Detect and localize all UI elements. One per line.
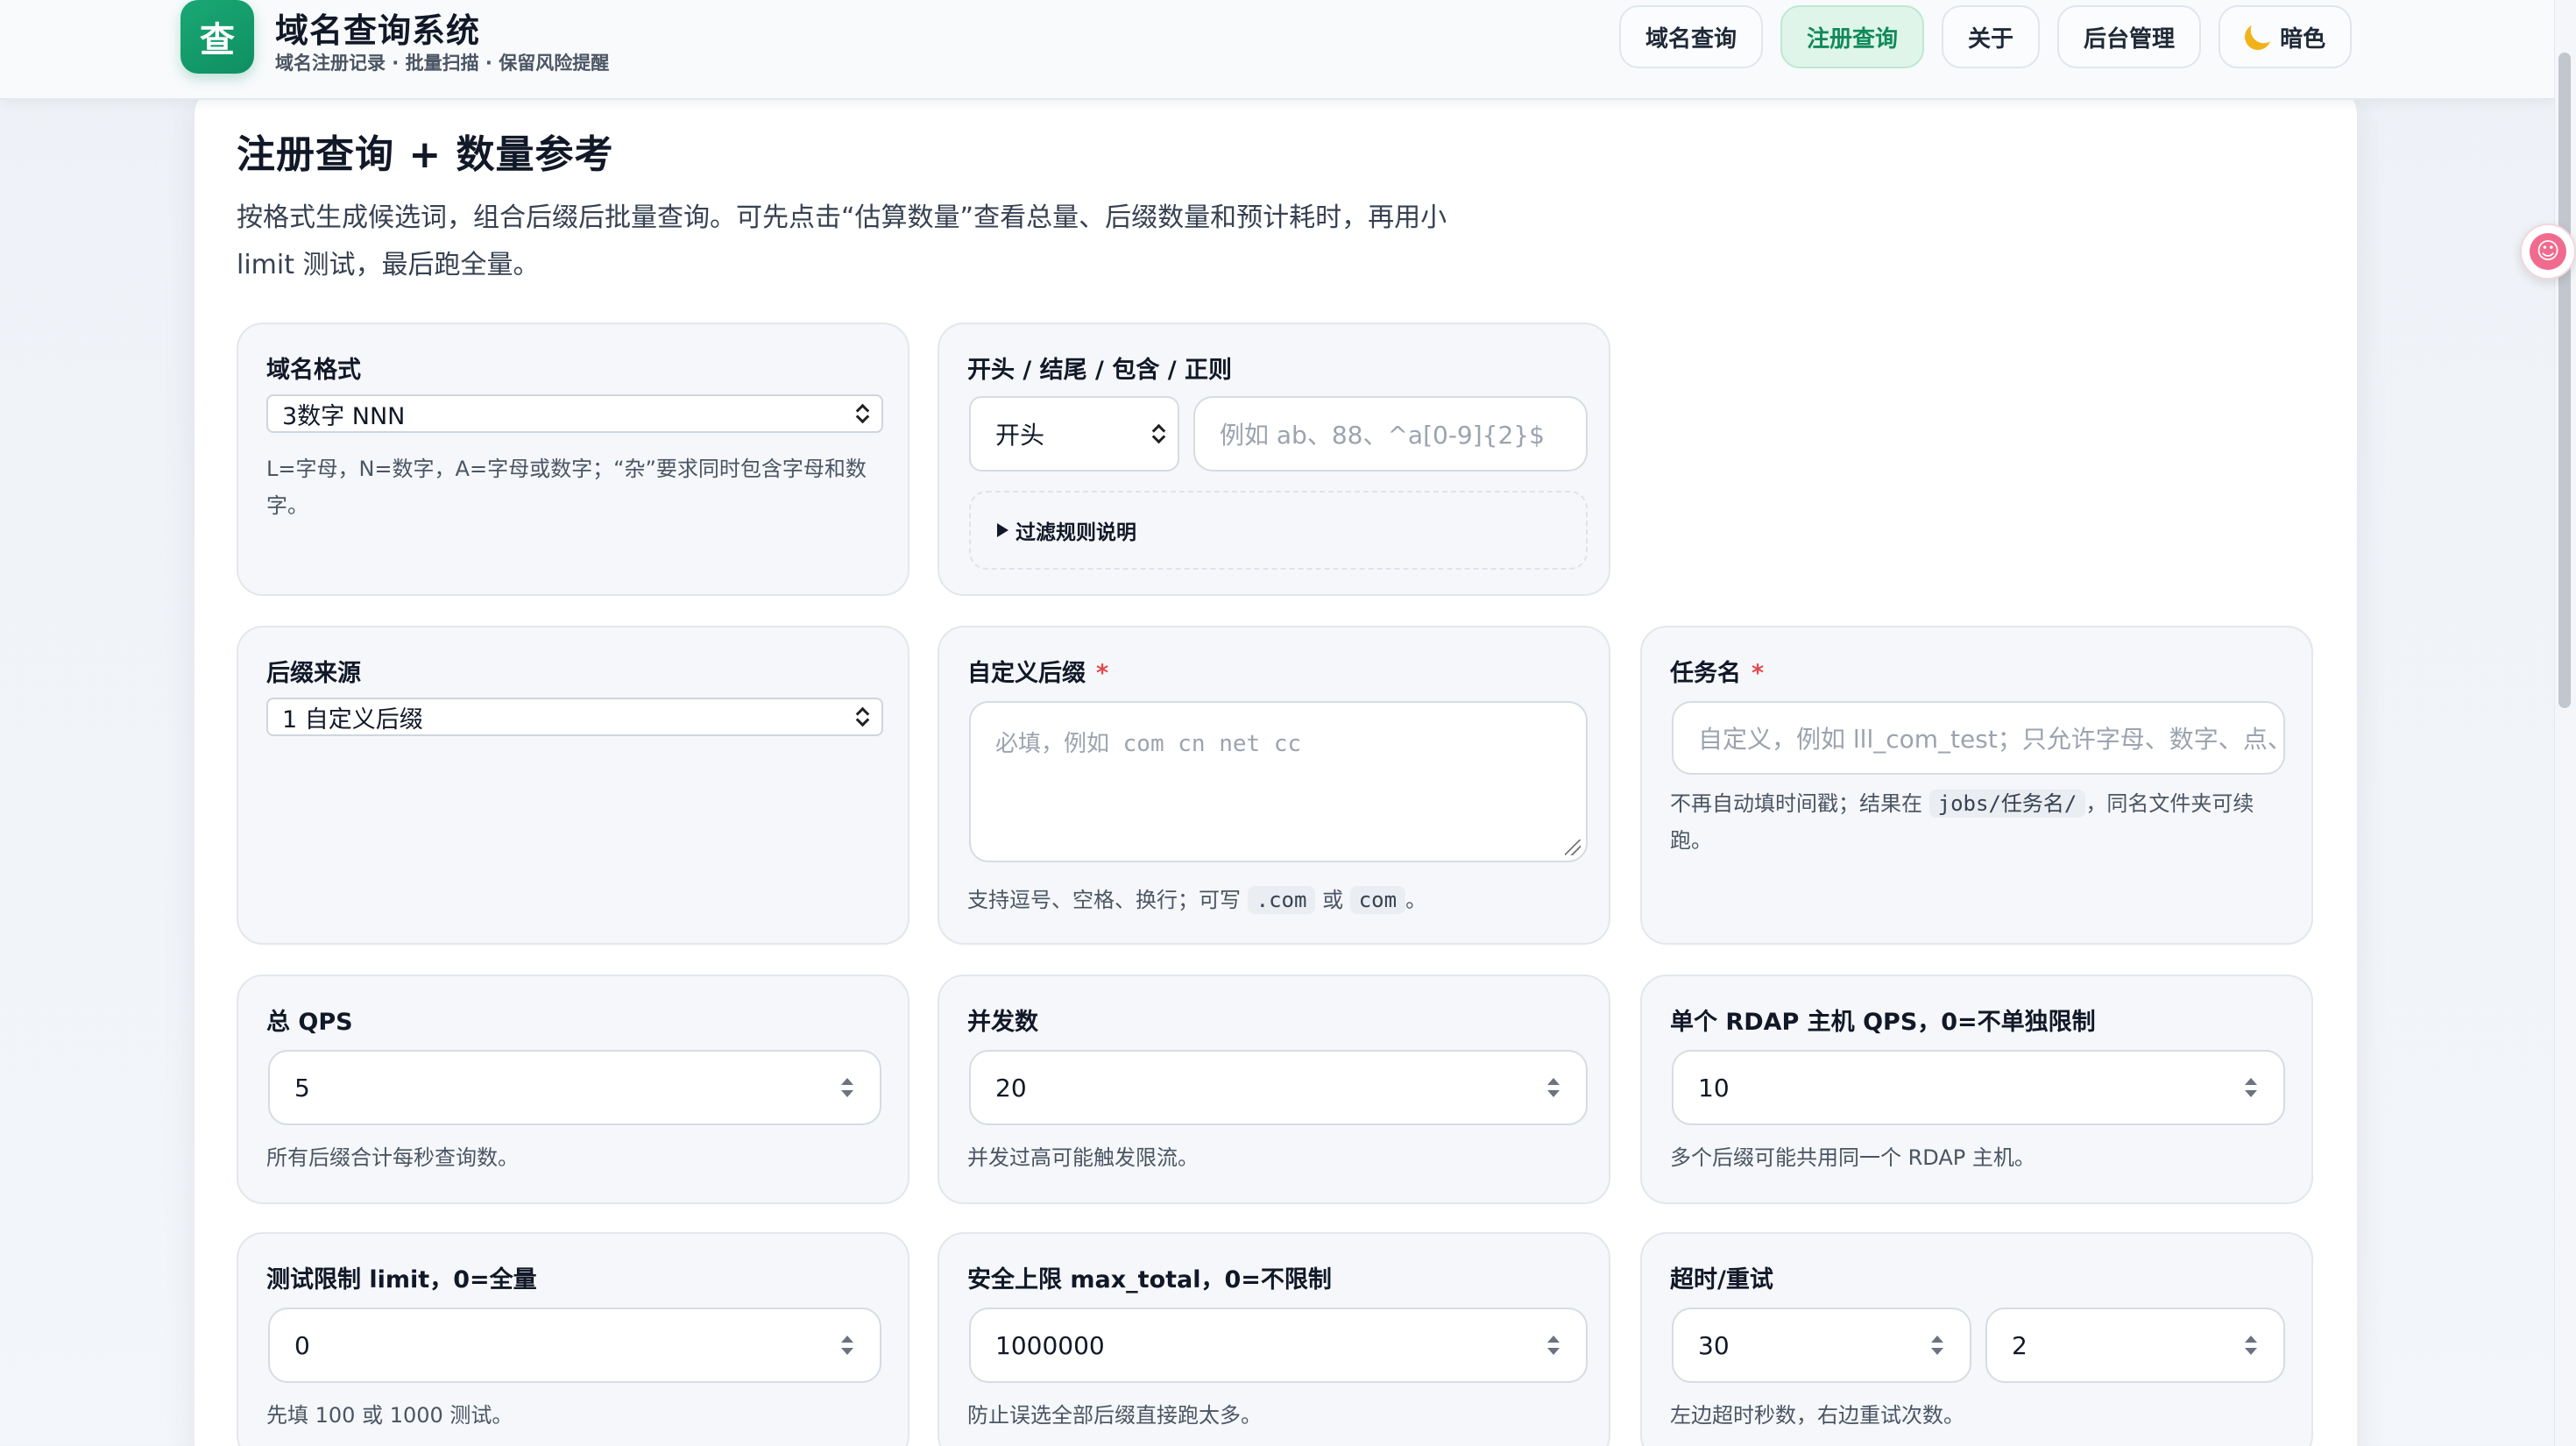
dark-mode-label: 暗色 (2280, 25, 2326, 53)
required-mark: * (1096, 660, 1109, 687)
number-spinner-icon[interactable] (1931, 1334, 1943, 1357)
domain-format-value: 3数字 NNN (282, 402, 406, 430)
card-total-qps: 总 QPS 5 所有后缀合计每秒查询数。 (237, 975, 909, 1204)
domain-format-hint: L=字母，N=数字，A=字母或数字；“杂”要求同时包含字母和数字。 (266, 457, 867, 518)
task-name-label-wrap: 任务名 * (1670, 654, 1764, 688)
timeout-retry-hint: 左边超时秒数，右边重试次数。 (1670, 1403, 1964, 1428)
custom-suffix-label: 自定义后缀 (967, 660, 1086, 687)
select-arrows-icon (855, 402, 869, 425)
rdap-qps-input[interactable]: 10 (1672, 1050, 2285, 1125)
domain-format-label: 域名格式 (266, 357, 361, 384)
filter-label: 开头 / 结尾 / 包含 / 正则 (967, 357, 1232, 384)
number-spinner-icon[interactable] (841, 1334, 853, 1357)
test-limit-hint: 先填 100 或 1000 测试。 (266, 1403, 513, 1428)
card-concurrency: 并发数 20 并发过高可能触发限流。 (938, 975, 1610, 1204)
number-spinner-icon[interactable] (841, 1076, 853, 1099)
card-test-limit: 测试限制 limit，0=全量 0 先填 100 或 1000 测试。 (237, 1232, 909, 1446)
suffix-source-label: 后缀来源 (266, 660, 361, 687)
app-subtitle: 域名注册记录 · 批量扫描 · 保留风险提醒 (275, 53, 610, 74)
card-rdap-qps: 单个 RDAP 主机 QPS，0=不单独限制 10 多个后缀可能共用同一个 RD… (1640, 975, 2313, 1204)
disclosure-triangle-icon (997, 523, 1008, 537)
number-spinner-icon[interactable] (1547, 1334, 1560, 1357)
task-name-input[interactable]: 自定义，例如 lll_com_test；只允许字母、数字、点、 (1672, 701, 2285, 775)
page-description: 按格式生成候选词，组合后缀后批量查询。可先点击“估算数量”查看总量、后缀数量和预… (237, 202, 1447, 280)
max-total-value: 1000000 (995, 1330, 1105, 1360)
nav-domain-query[interactable]: 域名查询 (1619, 5, 1764, 68)
test-limit-label: 测试限制 limit，0=全量 (266, 1266, 537, 1294)
domain-format-select[interactable]: 3数字 NNN (266, 394, 883, 433)
nav-register-query[interactable]: 注册查询 (1780, 5, 1925, 68)
card-timeout-retry: 超时/重试 30 2 左边超时秒数，右边重试次数。 (1640, 1232, 2313, 1446)
suffix-source-value: 1 自定义后缀 (282, 705, 423, 734)
concurrency-label: 并发数 (967, 1009, 1038, 1036)
concurrency-input[interactable]: 20 (969, 1050, 1588, 1125)
retry-value: 2 (2012, 1330, 2028, 1360)
suffix-example-dotcom: .com (1247, 886, 1316, 914)
suffix-source-select[interactable]: 1 自定义后缀 (266, 698, 883, 736)
card-domain-format: 域名格式 3数字 NNN L=字母，N=数字，A=字母或数字；“杂”要求同时包含… (237, 323, 909, 596)
test-limit-input[interactable]: 0 (268, 1308, 881, 1383)
filter-pattern-input[interactable]: 例如 ab、88、^a[0-9]{2}$ (1193, 396, 1588, 471)
card-filter: 开头 / 结尾 / 包含 / 正则 开头 例如 ab、88、^a[0-9]{2}… (938, 323, 1610, 596)
nav-about[interactable]: 关于 (1942, 5, 2041, 68)
number-spinner-icon[interactable] (2245, 1076, 2257, 1099)
main-nav: 域名查询 注册查询 关于 后台管理 暗色 (1619, 5, 2353, 68)
card-custom-suffix: 自定义后缀 * 必填，例如 com cn net cc 支持逗号、空格、换行；可写… (938, 626, 1610, 945)
card-task-name: 任务名 * 自定义，例如 lll_com_test；只允许字母、数字、点、 不再自… (1640, 626, 2313, 945)
top-bar: 查 域名查询系统 域名注册记录 · 批量扫描 · 保留风险提醒 域名查询 注册查… (0, 0, 2554, 100)
max-total-hint: 防止误选全部后缀直接跑太多。 (967, 1403, 1262, 1428)
moon-icon (2241, 20, 2275, 53)
task-name-label: 任务名 (1670, 660, 1741, 687)
concurrency-hint: 并发过高可能触发限流。 (967, 1145, 1199, 1170)
suffix-example-com: com (1349, 886, 1406, 914)
required-mark: * (1752, 660, 1765, 687)
card-suffix-source: 后缀来源 1 自定义后缀 (237, 626, 909, 945)
assistant-icon: ☺ (2530, 233, 2566, 270)
task-name-hint: 不再自动填时间戳；结果在 jobs/任务名/，同名文件夹可续跑。 (1670, 785, 2283, 859)
rdap-qps-value: 10 (1698, 1073, 1730, 1102)
retry-input[interactable]: 2 (1985, 1308, 2285, 1383)
select-arrows-icon (855, 705, 869, 728)
timeout-retry-label: 超时/重试 (1670, 1266, 1773, 1294)
task-name-placeholder: 自定义，例如 lll_com_test；只允许字母、数字、点、 (1698, 725, 2285, 754)
app-logo-icon[interactable]: 查 (180, 0, 254, 74)
nav-admin[interactable]: 后台管理 (2057, 5, 2202, 68)
scrollbar-thumb[interactable] (2558, 53, 2571, 708)
total-qps-input[interactable]: 5 (268, 1050, 881, 1125)
total-qps-label: 总 QPS (266, 1009, 353, 1036)
filter-mode-value: 开头 (995, 421, 1045, 450)
app-title: 域名查询系统 (275, 11, 481, 50)
resize-handle-icon[interactable] (1565, 840, 1581, 855)
card-max-total: 安全上限 max_total，0=不限制 1000000 防止误选全部后缀直接跑… (938, 1232, 1610, 1446)
filter-rules-summary: 过滤规则说明 (1016, 521, 1136, 544)
filter-pattern-placeholder: 例如 ab、88、^a[0-9]{2}$ (1220, 421, 1545, 450)
filter-mode-select[interactable]: 开头 (969, 396, 1179, 471)
concurrency-value: 20 (995, 1073, 1027, 1102)
max-total-input[interactable]: 1000000 (969, 1308, 1588, 1383)
test-limit-value: 0 (294, 1330, 310, 1360)
filter-rules-details[interactable]: 过滤规则说明 (969, 491, 1588, 570)
rdap-qps-label: 单个 RDAP 主机 QPS，0=不单独限制 (1670, 1009, 2096, 1036)
dark-mode-toggle[interactable]: 暗色 (2219, 5, 2353, 68)
custom-suffix-hint-end: 。 (1405, 888, 1427, 912)
total-qps-value: 5 (294, 1073, 310, 1102)
custom-suffix-placeholder: 必填，例如 com cn net cc (995, 731, 1302, 757)
page-title: 注册查询 + 数量参考 (237, 132, 614, 177)
custom-suffix-hint-text: 支持逗号、空格、换行；可写 (967, 888, 1241, 912)
task-name-hint-text: 不再自动填时间戳；结果在 (1670, 791, 1922, 816)
custom-suffix-label-wrap: 自定义后缀 * (967, 654, 1108, 688)
timeout-value: 30 (1698, 1330, 1730, 1360)
floating-assistant-button[interactable]: ☺ (2520, 223, 2576, 280)
total-qps-hint: 所有后缀合计每秒查询数。 (266, 1145, 519, 1170)
number-spinner-icon[interactable] (2245, 1334, 2257, 1357)
select-arrows-icon (1151, 422, 1165, 445)
timeout-input[interactable]: 30 (1672, 1308, 1971, 1383)
custom-suffix-hint-or: 或 (1322, 888, 1344, 912)
custom-suffix-hint: 支持逗号、空格、换行；可写 .com 或 com。 (967, 882, 1426, 918)
max-total-label: 安全上限 max_total，0=不限制 (967, 1266, 1332, 1294)
custom-suffix-textarea[interactable]: 必填，例如 com cn net cc (969, 701, 1588, 862)
rdap-qps-hint: 多个后缀可能共用同一个 RDAP 主机。 (1670, 1145, 2035, 1170)
jobs-path-code: jobs/任务名/ (1928, 790, 2086, 818)
number-spinner-icon[interactable] (1547, 1076, 1560, 1099)
